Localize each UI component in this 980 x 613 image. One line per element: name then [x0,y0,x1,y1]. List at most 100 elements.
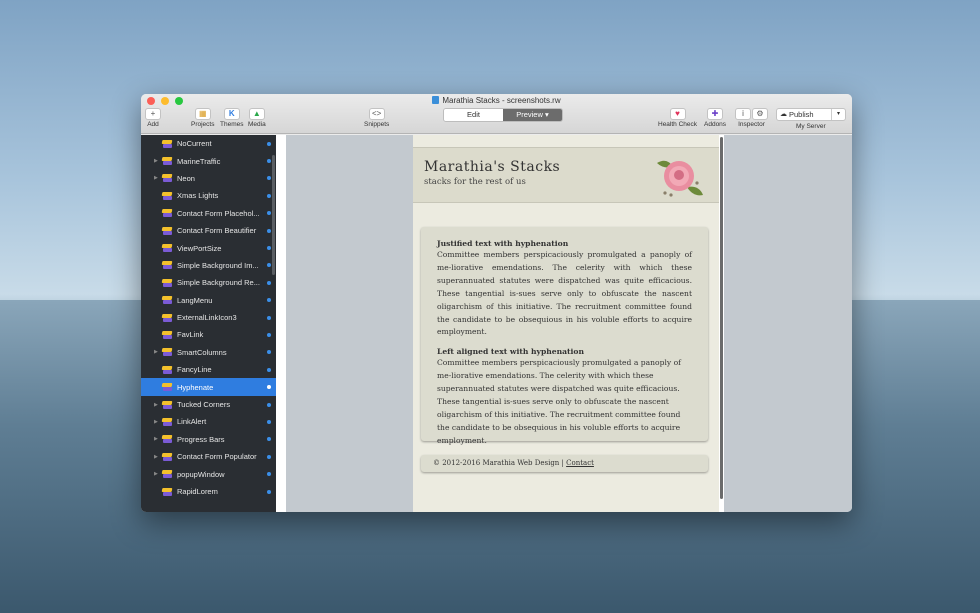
site-footer: © 2012-2016 Marathia Web Design | Contac… [421,455,708,472]
status-dot [267,419,271,424]
sidebar-item-label: Simple Background Im... [177,260,259,270]
status-dot [267,350,271,355]
addons-button[interactable]: ✚ Addons [704,108,726,128]
preview-scroll-thumb[interactable] [720,137,723,499]
stacks-list: NoCurrent ▶ MarineTraffic ▶ Neon Xmas Lights C… [141,135,276,500]
addons-label: Addons [704,121,727,128]
add-button[interactable]: + Add [145,108,161,128]
disclosure-triangle-icon[interactable]: ▶ [154,158,160,164]
themes-button[interactable]: K Themes [220,108,243,128]
sidebar-item-label: Contact Form Beautifier [177,226,257,236]
sidebar-item[interactable]: Contact Form Placehol... [141,205,276,222]
section1-heading: Justified text with hyphenation [437,239,569,248]
sidebar-item[interactable]: ▶ popupWindow [141,465,276,482]
publish-dropdown[interactable]: ▾ [831,109,845,120]
stack-icon [162,314,172,322]
themes-label: Themes [220,121,244,128]
stack-icon [162,488,172,496]
snippets-button[interactable]: <> Snippets [364,108,389,128]
sidebar-item-label: Hyphenate [177,382,214,392]
disclosure-triangle-icon[interactable]: ▶ [154,419,160,425]
sidebar-item[interactable]: ▶ Neon [141,170,276,187]
stacks-sidebar: NoCurrent ▶ MarineTraffic ▶ Neon Xmas Lights C… [141,135,276,512]
site-subtitle: stacks for the rest of us [424,177,526,187]
disclosure-triangle-icon[interactable]: ▶ [154,471,160,477]
sidebar-item[interactable]: Hyphenate [141,378,276,396]
stack-icon [162,174,172,183]
sidebar-item[interactable]: FancyLine [141,361,276,378]
status-dot [267,385,271,390]
disclosure-triangle-icon[interactable]: ▶ [154,436,160,442]
projects-button[interactable]: ▦ Projects [191,108,214,128]
sidebar-item[interactable]: LangMenu [141,292,276,309]
publish-button[interactable]: ☁ Publish ▾ [776,108,846,121]
site-title: Marathia's Stacks [424,159,561,175]
stack-icon [162,401,172,409]
status-dot [267,454,271,459]
sidebar-item[interactable]: ▶ Tucked Corners [141,396,276,413]
sidebar-item[interactable]: ▶ LinkAlert [141,413,276,430]
preview-area: Marathia's Stacks stacks for the rest of… [276,135,852,512]
preview-label: Preview [516,110,543,119]
sidebar-item-label: SmartColumns [177,347,227,357]
sidebar-item-label: ViewPortSize [177,243,222,253]
stack-icon [162,192,172,200]
status-dot [267,402,271,407]
cloud-icon: ☁ [780,111,787,118]
sidebar-item[interactable]: NoCurrent [141,135,276,152]
preview-scrollbar[interactable] [719,135,724,512]
sidebar-item[interactable]: Xmas Lights [141,187,276,204]
sidebar-item-label: LinkAlert [177,417,207,427]
toolbar: Marathia Stacks - screenshots.rw + Add ▦ P… [141,94,852,134]
tab-edit[interactable]: Edit [444,109,503,121]
sidebar-item-label: Simple Background Re... [177,278,260,288]
status-dot [267,298,271,303]
sidebar-item[interactable]: Simple Background Im... [141,257,276,274]
sidebar-item[interactable]: Simple Background Re... [141,274,276,291]
sidebar-item[interactable]: ViewPortSize [141,239,276,256]
health-check-button[interactable]: ♥ Health Check [658,108,697,128]
disclosure-triangle-icon[interactable]: ▶ [154,175,160,181]
sidebar-item-label: Contact Form Populator [177,452,257,462]
status-dot [267,332,271,337]
status-dot [267,437,271,442]
sidebar-item[interactable]: ▶ Progress Bars [141,431,276,448]
health-check-label: Health Check [658,121,698,128]
sidebar-item[interactable]: ▶ MarineTraffic [141,152,276,169]
sidebar-item-label: FancyLine [177,365,212,375]
status-dot [267,176,271,181]
status-dot [267,280,271,285]
contact-link[interactable]: Contact [566,459,594,467]
preview-edge [276,135,286,512]
server-label: My Server [796,123,826,130]
stack-icon [162,296,172,305]
stack-icon [162,227,172,235]
status-dot [267,193,271,198]
sidebar-item-label: NoCurrent [177,139,212,149]
sidebar-item[interactable]: ▶ Contact Form Populator [141,448,276,465]
stack-icon [162,435,172,444]
disclosure-triangle-icon[interactable]: ▶ [154,349,160,355]
tab-preview[interactable]: Preview ▾ [503,109,562,121]
stack-icon [162,418,172,426]
sidebar-item-label: Progress Bars [177,434,225,444]
sidebar-item[interactable]: FavLink [141,326,276,343]
status-dot [267,141,271,146]
sidebar-item[interactable]: ▶ SmartColumns [141,344,276,361]
inspector-icons: i ⚙ [735,108,768,120]
status-dot [267,472,271,477]
sidebar-item[interactable]: RapidLorem [141,483,276,500]
inspector-button[interactable]: i ⚙ Inspector [735,108,768,128]
site-header: Marathia's Stacks stacks for the rest of… [413,147,719,203]
sidebar-item-label: Contact Form Placehol... [177,208,260,218]
sidebar-item[interactable]: ExternalLinkIcon3 [141,309,276,326]
disclosure-triangle-icon[interactable]: ▶ [154,454,160,460]
inspector-label: Inspector [738,121,765,128]
sidebar-scrollbar[interactable] [272,155,275,275]
media-button[interactable]: ▲ Media [248,108,266,128]
puzzle-icon: ✚ [707,108,724,120]
sidebar-item[interactable]: Contact Form Beautifier [141,222,276,239]
disclosure-triangle-icon[interactable]: ▶ [154,402,160,408]
stack-icon [162,331,172,339]
sidebar-item-label: popupWindow [177,469,225,479]
